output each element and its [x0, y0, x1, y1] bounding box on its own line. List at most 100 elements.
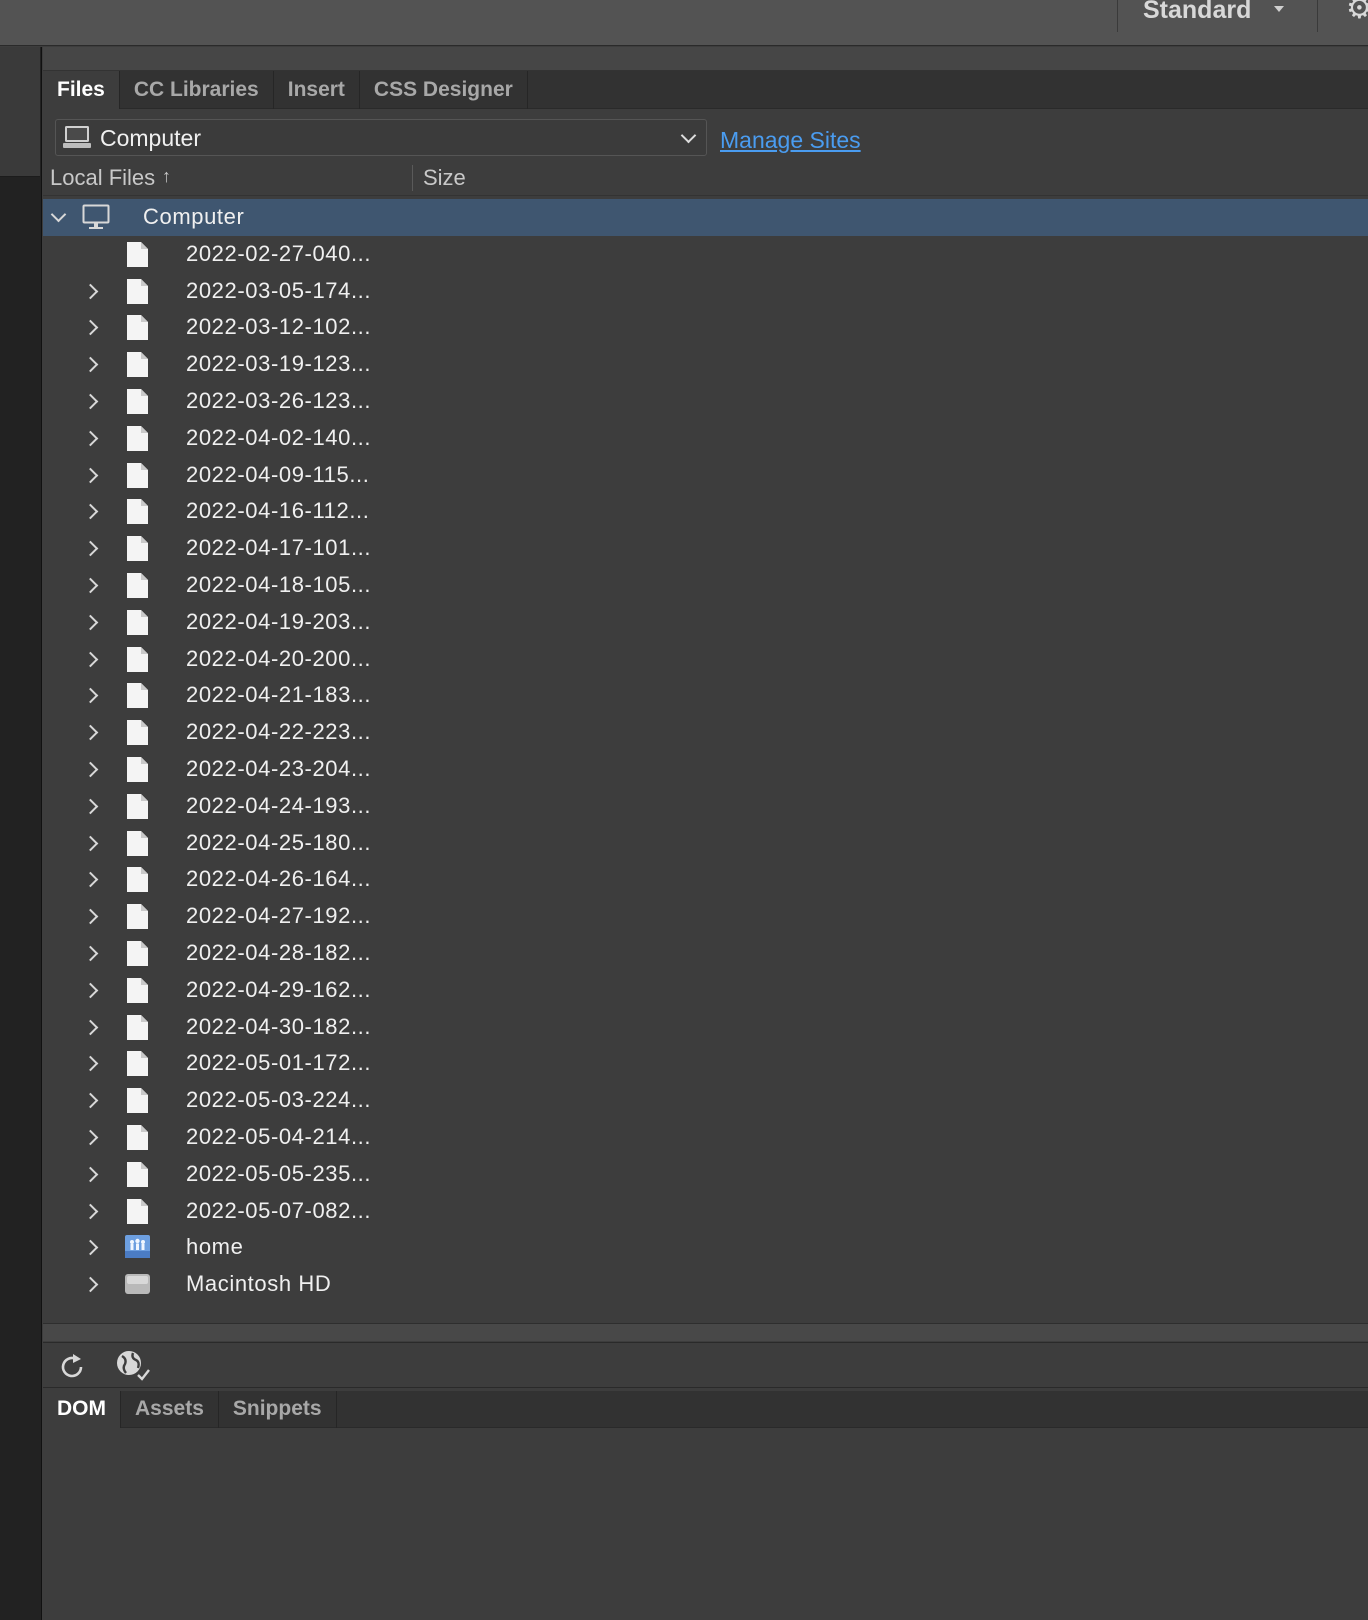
chevron-right-icon[interactable]: [82, 504, 99, 520]
file-name: 2022-03-05-174...: [186, 277, 372, 303]
file-row[interactable]: 2022-04-27-192...: [43, 898, 1368, 935]
document-area: [0, 47, 42, 1620]
refresh-icon[interactable]: [57, 1352, 87, 1382]
file-row[interactable]: 2022-05-04-214...: [43, 1119, 1368, 1156]
chevron-right-icon[interactable]: [82, 835, 99, 851]
tab-dom[interactable]: DOM: [43, 1391, 121, 1428]
sort-ascending-icon[interactable]: ↑: [162, 166, 171, 187]
chevron-right-icon[interactable]: [82, 651, 99, 667]
file-row[interactable]: 2022-02-27-040...: [43, 236, 1368, 273]
file-icon: [127, 389, 148, 414]
tab-assets[interactable]: Assets: [121, 1391, 219, 1428]
tab-insert[interactable]: Insert: [274, 71, 360, 109]
chevron-right-icon[interactable]: [82, 724, 99, 741]
chevron-right-icon[interactable]: [82, 540, 99, 557]
file-row[interactable]: 2022-04-23-204...: [43, 751, 1368, 788]
gear-icon[interactable]: ⚙: [1346, 0, 1368, 24]
chevron-right-icon[interactable]: [82, 577, 99, 594]
tab-snippets[interactable]: Snippets: [219, 1391, 337, 1428]
file-row[interactable]: 2022-04-21-183...: [43, 677, 1368, 714]
file-row[interactable]: 2022-04-20-200...: [43, 641, 1368, 678]
file-row[interactable]: 2022-04-24-193...: [43, 788, 1368, 825]
file-row[interactable]: 2022-05-01-172...: [43, 1045, 1368, 1082]
hard-disk-icon: [125, 1274, 150, 1295]
panel-header: [43, 47, 1368, 71]
globe-check-icon[interactable]: [113, 1348, 151, 1384]
file-row[interactable]: 2022-04-18-105...: [43, 567, 1368, 604]
chevron-right-icon[interactable]: [82, 614, 99, 631]
file-row[interactable]: 2022-04-28-182...: [43, 935, 1368, 972]
chevron-right-icon[interactable]: [82, 1276, 99, 1293]
chevron-right-icon[interactable]: [82, 1166, 99, 1183]
chevron-right-icon[interactable]: [82, 945, 99, 962]
file-row[interactable]: 2022-03-26-123...: [43, 383, 1368, 420]
chevron-right-icon[interactable]: [82, 356, 99, 373]
file-icon: [127, 278, 148, 304]
workspace-separator: [1317, 0, 1318, 32]
chevron-down-icon[interactable]: [50, 206, 67, 223]
chevron-right-icon[interactable]: [82, 1056, 99, 1072]
disk-row[interactable]: Macintosh HD: [43, 1266, 1368, 1303]
file-row[interactable]: 2022-05-03-224...: [43, 1082, 1368, 1119]
column-local-files[interactable]: Local Files: [50, 165, 155, 191]
horizontal-scrollbar[interactable]: [43, 1323, 1368, 1341]
file-name: 2022-04-28-182...: [186, 940, 372, 965]
file-row[interactable]: 2022-05-05-235...: [43, 1156, 1368, 1193]
file-row[interactable]: 2022-04-30-182...: [43, 1009, 1368, 1046]
chevron-right-icon[interactable]: [82, 1129, 99, 1146]
file-row[interactable]: 2022-05-07-082...: [43, 1193, 1368, 1230]
file-icon: [127, 573, 148, 598]
file-row[interactable]: 2022-03-05-174...: [43, 273, 1368, 310]
file-name: 2022-04-22-223...: [186, 719, 372, 745]
file-row[interactable]: 2022-04-19-203...: [43, 604, 1368, 641]
chevron-right-icon[interactable]: [82, 1092, 99, 1109]
workspace-switcher[interactable]: Standard: [1143, 0, 1251, 25]
tab-css-designer[interactable]: CSS Designer: [360, 71, 528, 109]
file-row[interactable]: 2022-04-25-180...: [43, 825, 1368, 862]
file-name: 2022-03-19-123...: [186, 351, 372, 377]
workspace-dropdown-icon[interactable]: [1274, 6, 1284, 12]
chevron-right-icon[interactable]: [82, 320, 99, 336]
document-area-top: [0, 47, 40, 177]
file-name: 2022-05-07-082...: [186, 1197, 372, 1223]
chevron-right-icon[interactable]: [82, 908, 99, 925]
chevron-right-icon[interactable]: [82, 1240, 99, 1256]
home-folder-row[interactable]: home: [43, 1229, 1368, 1266]
file-row[interactable]: 2022-04-09-115...: [43, 457, 1368, 494]
file-icon: [127, 977, 148, 1003]
file-row[interactable]: 2022-04-16-112...: [43, 493, 1368, 530]
chevron-right-icon[interactable]: [82, 393, 99, 410]
manage-sites-link[interactable]: Manage Sites: [720, 127, 861, 154]
chevron-right-icon[interactable]: [82, 761, 99, 778]
file-row[interactable]: 2022-03-19-123...: [43, 346, 1368, 383]
column-divider[interactable]: [412, 165, 413, 191]
file-name: 2022-04-17-101...: [186, 535, 372, 561]
files-toolbar: [43, 1342, 1368, 1388]
file-name: 2022-05-05-235...: [186, 1160, 372, 1186]
file-row[interactable]: 2022-04-26-164...: [43, 861, 1368, 898]
chevron-right-icon[interactable]: [82, 688, 99, 704]
file-name: 2022-04-18-105...: [186, 572, 372, 597]
file-row[interactable]: 2022-04-17-101...: [43, 530, 1368, 567]
chevron-right-icon[interactable]: [82, 798, 99, 815]
file-row[interactable]: 2022-04-22-223...: [43, 714, 1368, 751]
chevron-right-icon[interactable]: [82, 1019, 99, 1035]
chevron-right-icon[interactable]: [82, 1203, 99, 1219]
file-name: 2022-04-02-140...: [186, 424, 372, 450]
file-row[interactable]: 2022-03-12-102...: [43, 309, 1368, 346]
tab-cc-libraries[interactable]: CC Libraries: [120, 71, 274, 109]
chevron-right-icon[interactable]: [82, 872, 99, 888]
chevron-right-icon[interactable]: [82, 283, 99, 299]
tab-files[interactable]: Files: [43, 71, 120, 109]
chevron-right-icon[interactable]: [82, 430, 99, 447]
chevron-right-icon[interactable]: [82, 467, 99, 483]
column-size[interactable]: Size: [423, 165, 466, 191]
file-icon: [127, 1125, 148, 1150]
chevron-right-icon[interactable]: [82, 982, 99, 999]
file-row[interactable]: 2022-04-02-140...: [43, 420, 1368, 457]
file-name: 2022-04-24-193...: [186, 792, 372, 818]
tree-root-row[interactable]: Computer: [43, 199, 1368, 236]
site-select[interactable]: Computer: [55, 119, 707, 156]
file-row[interactable]: 2022-04-29-162...: [43, 972, 1368, 1009]
file-icon: [127, 867, 148, 893]
